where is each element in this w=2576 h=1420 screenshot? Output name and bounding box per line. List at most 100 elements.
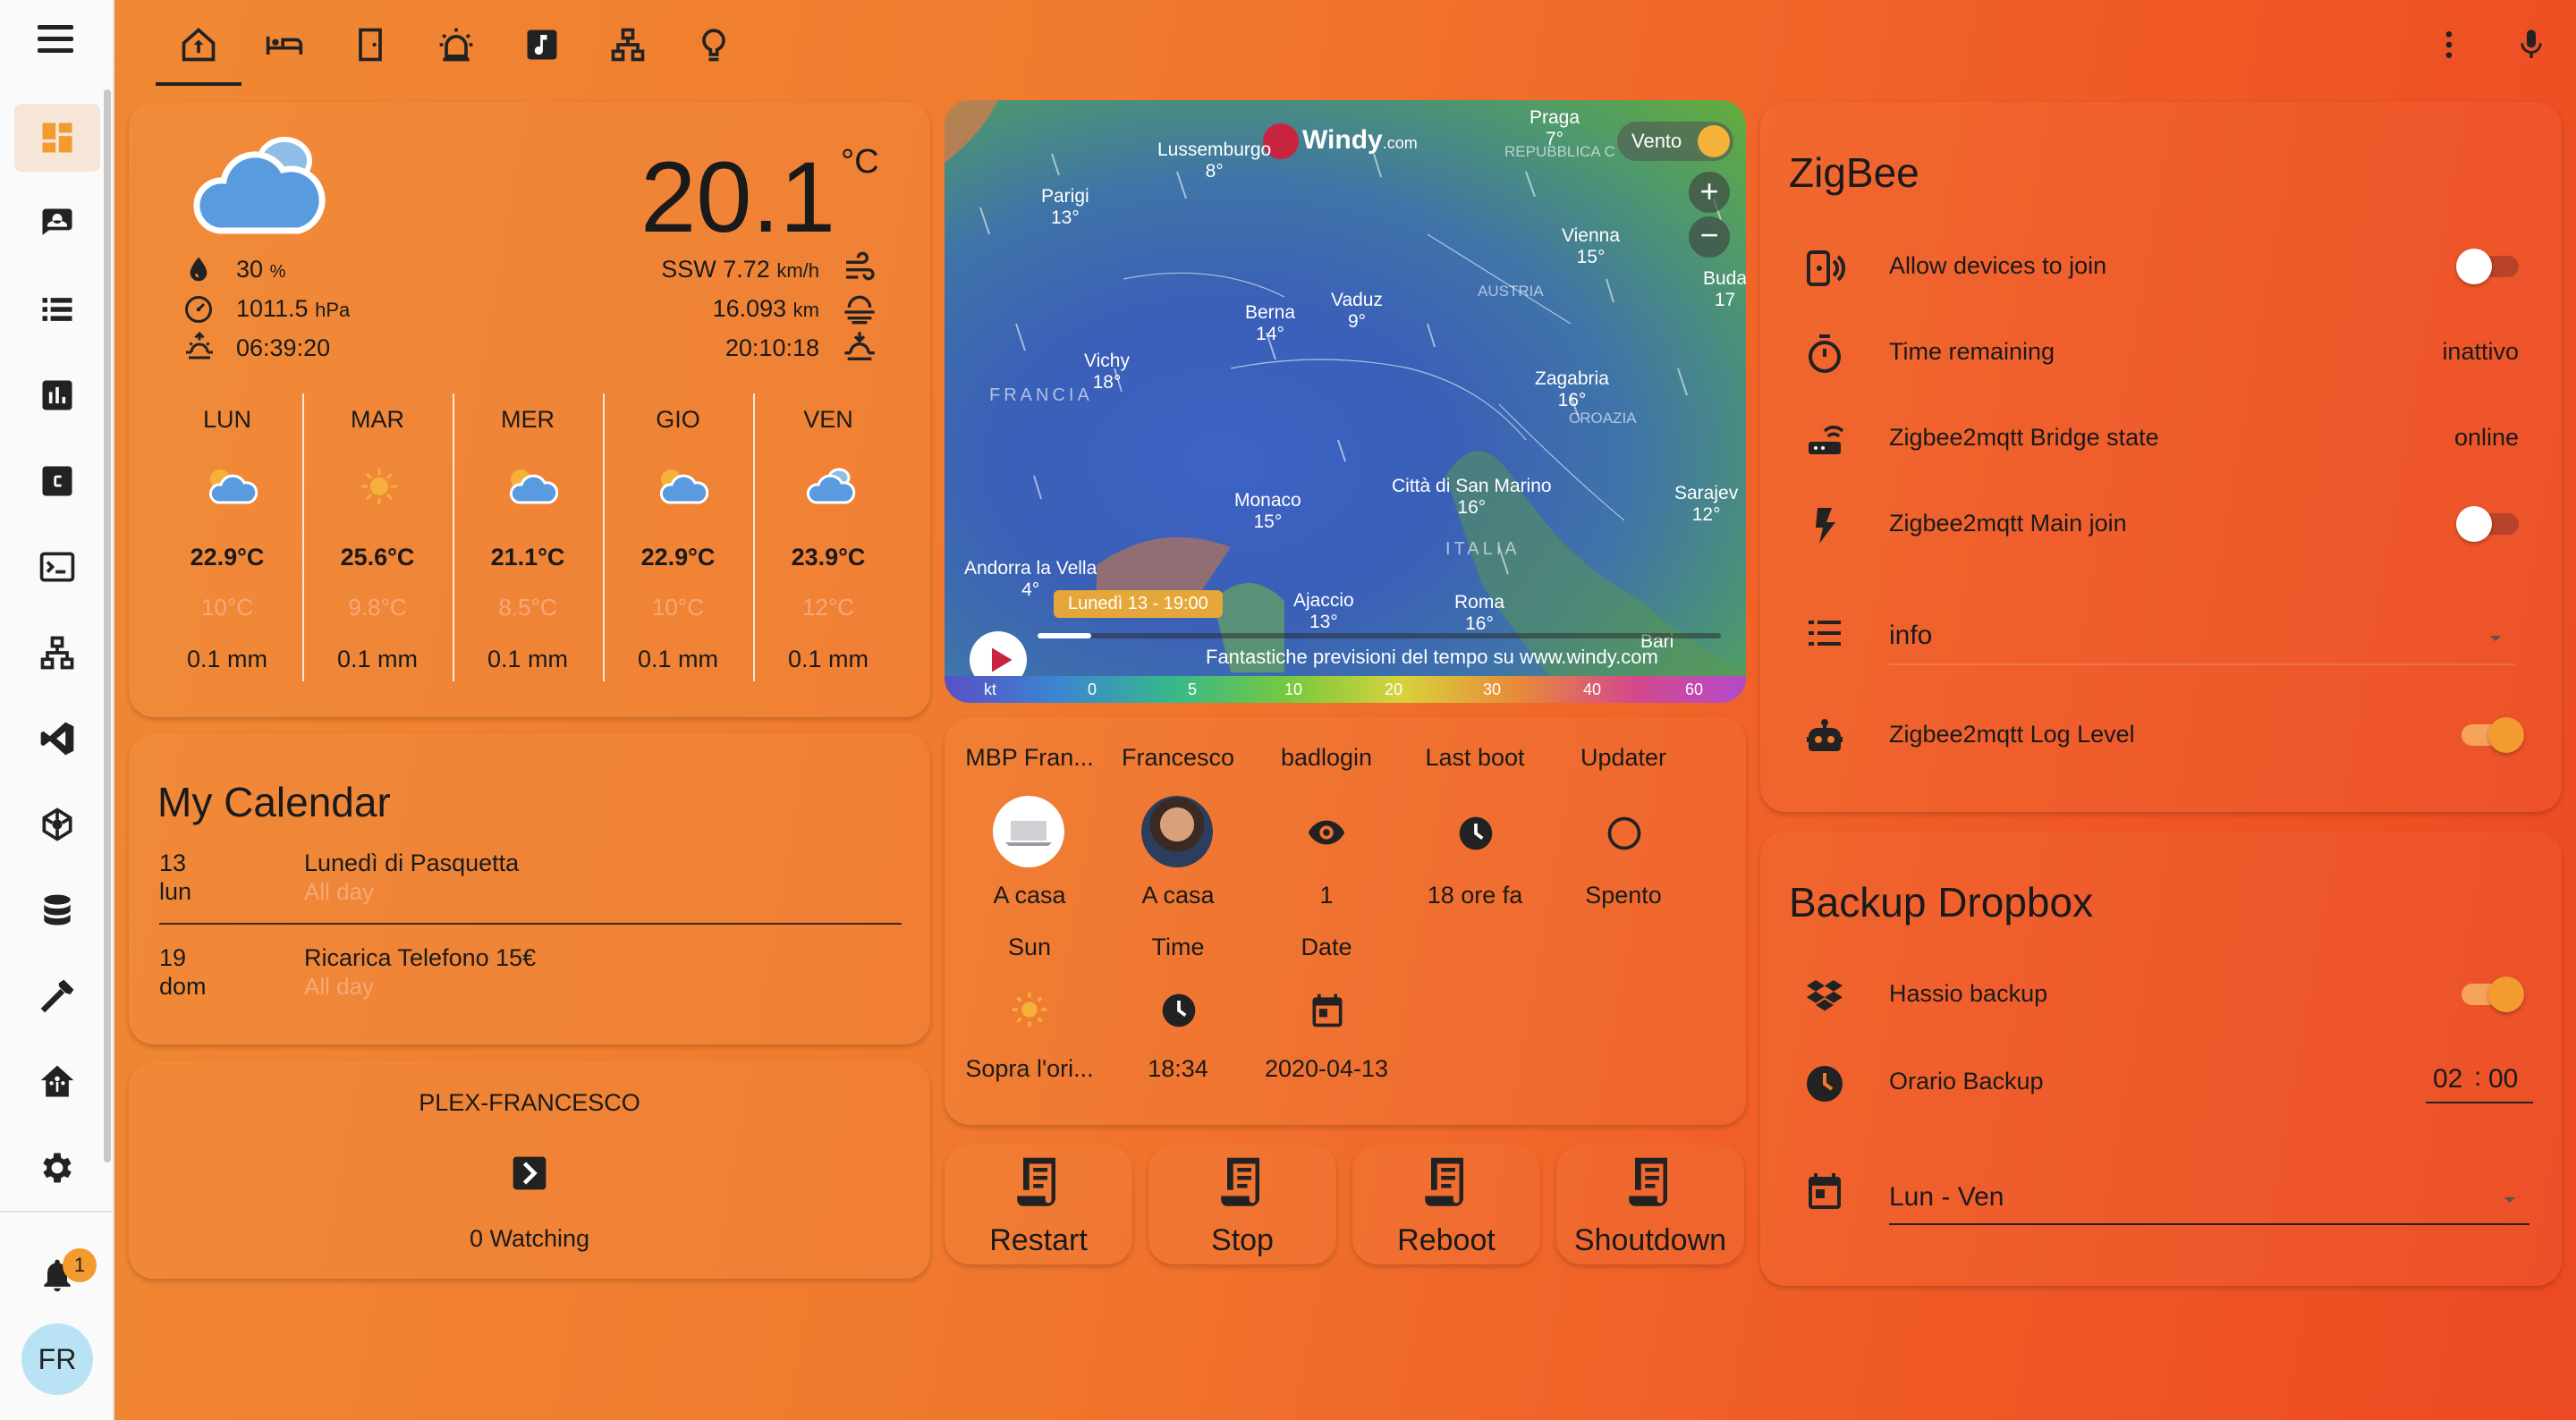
play-icon: [992, 647, 1013, 672]
backup-days-select[interactable]: Lun - Ven: [1889, 1161, 2529, 1225]
event-title[interactable]: Ricarica Telefono 15€: [304, 944, 536, 972]
zoom-out-button[interactable]: −: [1689, 216, 1730, 258]
sidebar-item-settings[interactable]: [14, 1134, 100, 1202]
music-icon: [527, 30, 557, 60]
door-icon: [359, 28, 382, 62]
sidebar-item-vscode[interactable]: [14, 705, 100, 773]
shutdown-button[interactable]: Shoutdown: [1556, 1145, 1744, 1264]
forecast-high: 22.9°C: [640, 544, 716, 571]
tab-door[interactable]: [327, 18, 413, 72]
cloudy-icon: [193, 137, 326, 234]
glance-item-updater[interactable]: Updater Spento: [1549, 744, 1698, 909]
sidebar-scrollbar[interactable]: [104, 89, 111, 1162]
forecast-day: MAR 25.6°C 9.8°C 0.1 mm: [302, 393, 453, 689]
pressure-value: 1011.5: [236, 295, 309, 322]
menu-icon[interactable]: [34, 25, 80, 61]
humidity-value: 30: [236, 256, 264, 283]
reboot-button[interactable]: Reboot: [1352, 1145, 1540, 1264]
map-place-temp: 16°: [1465, 613, 1494, 634]
wind-value: SSW 7.72: [661, 256, 770, 283]
map-place-name: Buda: [1703, 268, 1746, 289]
backup-time-hours[interactable]: 02: [2433, 1064, 2462, 1095]
map-place-temp: 9°: [1347, 311, 1367, 332]
restart-button[interactable]: Restart: [945, 1145, 1132, 1264]
laptop-icon: [1005, 821, 1052, 846]
graph-icon: [42, 807, 72, 841]
sidebar-item-overview[interactable]: [14, 104, 100, 172]
log-level-select[interactable]: info: [1889, 603, 2515, 665]
scale-tick: 40: [1583, 680, 1602, 698]
sunset-icon: [844, 332, 875, 360]
tab-home[interactable]: [156, 18, 242, 86]
map-place-temp: 15°: [1576, 247, 1606, 267]
dashboard-icon: [42, 123, 72, 153]
forecast-high: 25.6°C: [340, 544, 415, 571]
forecast-precipitation: 0.1 mm: [336, 646, 419, 672]
glance-item-sun[interactable]: Sun Sopra l'ori...: [955, 934, 1104, 1082]
plex-card[interactable]: PLEX-FRANCESCO 0 Watching: [129, 1061, 930, 1279]
sidebar-item-supervisor[interactable]: [14, 1048, 100, 1116]
layer-picker[interactable]: Vento: [1617, 122, 1733, 161]
sunny-icon: [361, 469, 397, 504]
restart-label: Restart: [989, 1223, 1088, 1257]
zoom-in-button[interactable]: +: [1689, 172, 1730, 213]
sidebar-item-configurator[interactable]: [14, 447, 100, 515]
tab-network[interactable]: [585, 18, 671, 72]
more-menu-button[interactable]: [2422, 20, 2476, 70]
voice-button[interactable]: [2504, 20, 2558, 70]
sun-icon: [1012, 992, 1047, 1027]
backup-time-input[interactable]: 02 : 00: [2426, 1057, 2533, 1103]
sidebar-item-logbook[interactable]: [14, 275, 100, 343]
event-title[interactable]: Lunedì di Pasquetta: [304, 849, 519, 877]
sidebar-item-developer-tools[interactable]: [14, 962, 100, 1030]
stop-button[interactable]: Stop: [1148, 1145, 1336, 1264]
windy-map[interactable]: Windy.com Vento + − Lussemburgo 8° Praga 7…: [945, 100, 1746, 703]
windy-brand: Windy.com: [1302, 125, 1418, 156]
tab-bedroom[interactable]: [242, 18, 327, 72]
tab-lights[interactable]: [671, 18, 757, 72]
tab-music[interactable]: [499, 18, 585, 72]
map-place: Monaco 15°: [1234, 490, 1301, 533]
timeline-track[interactable]: [1038, 633, 1721, 638]
shutdown-label: Shoutdown: [1573, 1223, 1727, 1257]
clock-icon: [1807, 1066, 1843, 1102]
log-level-value: info: [1889, 621, 1933, 650]
top-bar: [114, 0, 2576, 89]
sidebar-item-terminal[interactable]: [14, 533, 100, 601]
scale-tick: 60: [1685, 680, 1704, 698]
weather-card[interactable]: 20.1 °C 30 % 1011.5 hPa 06:39:20 SSW 7.7…: [129, 102, 930, 717]
sidebar: 1 FR: [0, 0, 114, 1420]
layer-label: Vento: [1631, 130, 1682, 152]
event-divider: [159, 923, 902, 925]
tab-alarm[interactable]: [413, 18, 499, 72]
vscode-icon: [40, 722, 74, 756]
sidebar-item-history[interactable]: [14, 361, 100, 429]
map-region: REPUBBLICA C: [1504, 143, 1615, 160]
glance-item-francesco[interactable]: Francesco A casa: [1104, 744, 1252, 909]
backup-time-minutes[interactable]: 00: [2488, 1064, 2518, 1095]
sidebar-item-node-red[interactable]: [14, 790, 100, 858]
glance-item-mbp[interactable]: MBP Fran... A casa: [955, 744, 1104, 909]
sidebar-item-profile[interactable]: [14, 190, 100, 258]
backup-card: Backup Dropbox Hassio backup Orario Back…: [1760, 832, 2562, 1286]
glance-item-badlogin[interactable]: badlogin 1: [1252, 744, 1401, 909]
glance-item-time[interactable]: Time 18:34: [1104, 934, 1252, 1082]
time-remaining-label: Time remaining: [1889, 338, 2055, 365]
wind-scale: kt 0 5 10 20 30 40 60: [945, 676, 1746, 703]
code-icon: [42, 466, 72, 496]
allow-join-toggle[interactable]: [2456, 247, 2524, 286]
sidebar-item-database[interactable]: [14, 876, 100, 944]
hassio-backup-toggle[interactable]: [2456, 975, 2524, 1014]
forecast-high: 21.1°C: [490, 544, 565, 571]
log-level-toggle[interactable]: [2456, 715, 2524, 755]
user-avatar[interactable]: FR: [21, 1323, 93, 1395]
glance-item-last-boot[interactable]: Last boot 18 ore fa: [1401, 744, 1549, 909]
map-place-temp: 8°: [1205, 161, 1224, 182]
sidebar-item-network[interactable]: [14, 619, 100, 687]
forecast-precipitation: 0.1 mm: [186, 646, 268, 672]
windy-credit[interactable]: Fantastiche previsioni del tempo su www.…: [1206, 646, 1658, 669]
glance-item-date[interactable]: Date 2020-04-13: [1252, 934, 1401, 1082]
sunrise-time: 06:39:20: [236, 334, 331, 361]
reboot-label: Reboot: [1397, 1223, 1496, 1257]
main-join-toggle[interactable]: [2456, 504, 2524, 544]
